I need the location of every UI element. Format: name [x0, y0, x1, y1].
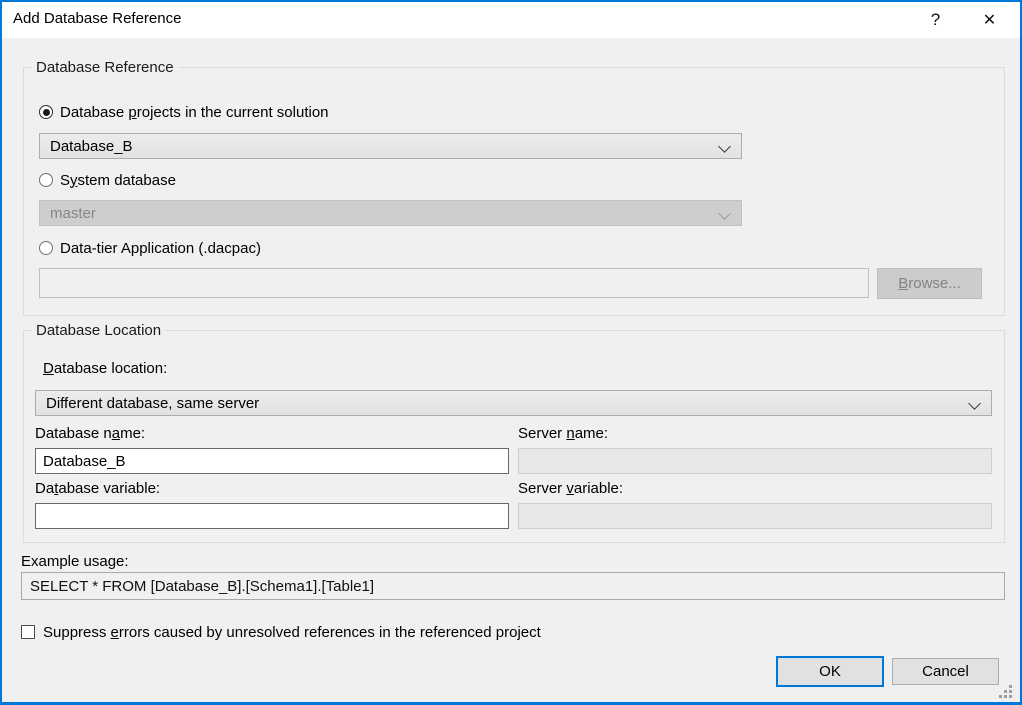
database-reference-group-title: Database Reference	[32, 59, 178, 76]
ok-button[interactable]: OK	[776, 656, 884, 687]
suppress-errors-label[interactable]: Suppress errors caused by unresolved ref…	[43, 624, 541, 641]
help-icon[interactable]: ?	[913, 2, 958, 38]
example-usage-text: SELECT * FROM [Database_B].[Schema1].[Ta…	[30, 578, 374, 595]
database-location-combobox-value: Different database, same server	[46, 395, 259, 412]
radio-dacpac-label: Data-tier Application (.dacpac)	[60, 240, 261, 257]
database-name-label: Database name:	[35, 425, 145, 442]
database-name-input[interactable]	[35, 448, 509, 474]
server-name-label: Server name:	[518, 425, 608, 442]
database-location-label: Database location:	[43, 360, 167, 377]
dacpac-path-input	[39, 268, 869, 298]
radio-system-database-label: System database	[60, 172, 176, 189]
server-variable-label: Server variable:	[518, 480, 623, 497]
database-variable-input[interactable]	[35, 503, 509, 529]
database-location-combobox[interactable]: Different database, same server	[35, 390, 992, 416]
database-project-combobox[interactable]: Database_B	[39, 133, 742, 159]
chevron-down-icon	[718, 140, 731, 153]
database-location-group-title: Database Location	[32, 322, 165, 339]
server-variable-input	[518, 503, 992, 529]
server-name-input	[518, 448, 992, 474]
chevron-down-icon	[968, 397, 981, 410]
title-bar: Add Database Reference ? ✕	[2, 2, 1020, 38]
radio-selected-icon	[39, 105, 53, 119]
cancel-button[interactable]: Cancel	[892, 658, 999, 685]
radio-database-projects-label: Database projects in the current solutio…	[60, 104, 329, 121]
browse-button-label: Browse...	[898, 275, 961, 292]
resize-grip-icon[interactable]	[999, 695, 1002, 698]
radio-unselected-icon	[39, 241, 53, 255]
radio-dacpac[interactable]: Data-tier Application (.dacpac)	[39, 239, 261, 257]
suppress-errors-checkbox[interactable]	[21, 625, 35, 639]
chevron-down-icon	[718, 207, 731, 220]
close-icon[interactable]: ✕	[967, 2, 1012, 38]
database-variable-label: Database variable:	[35, 480, 160, 497]
add-database-reference-dialog: Add Database Reference ? ✕ Database Refe…	[0, 0, 1022, 705]
database-project-combobox-value: Database_B	[50, 138, 133, 155]
browse-button: Browse...	[877, 268, 982, 299]
system-database-combobox-value: master	[50, 205, 96, 222]
dialog-title: Add Database Reference	[13, 10, 181, 27]
radio-unselected-icon	[39, 173, 53, 187]
system-database-combobox: master	[39, 200, 742, 226]
radio-system-database[interactable]: System database	[39, 171, 176, 189]
radio-database-projects[interactable]: Database projects in the current solutio…	[39, 103, 329, 121]
example-usage-label: Example usage:	[21, 553, 129, 570]
example-usage-box: SELECT * FROM [Database_B].[Schema1].[Ta…	[21, 572, 1005, 600]
